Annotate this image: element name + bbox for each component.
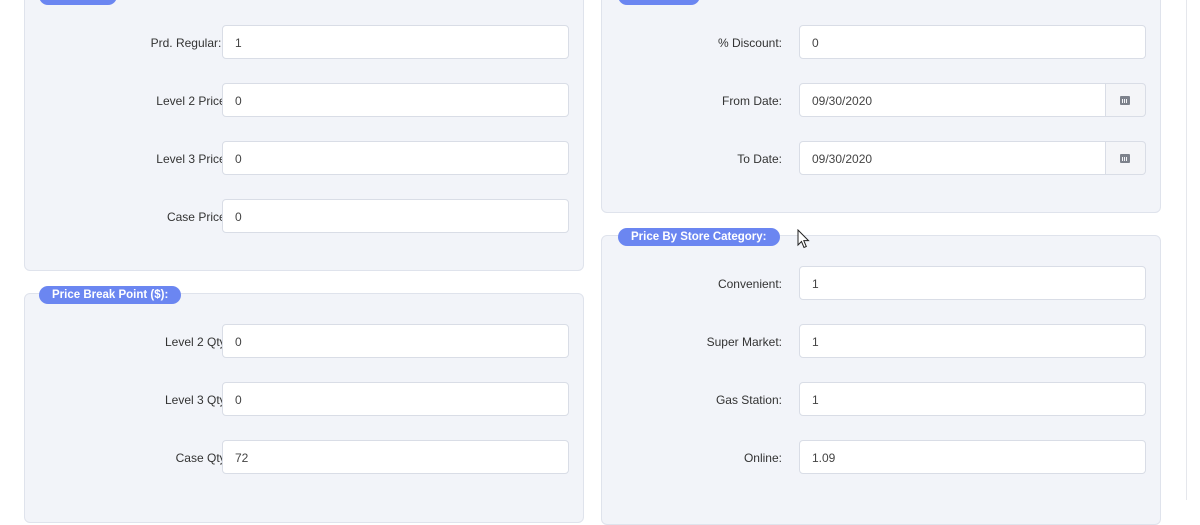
case-price-row: Case Price: 0 (25, 199, 583, 235)
price-break-point-panel: Price Break Point ($): Level 2 Qty: 0 Le… (24, 286, 584, 523)
online-input[interactable]: 1.09 (799, 440, 1146, 474)
online-label: Online: (743, 451, 782, 465)
level3-qty-input[interactable]: 0 (222, 382, 569, 416)
calendar-icon (1120, 154, 1130, 163)
mouse-cursor-icon (797, 229, 810, 249)
level2-qty-label: Level 2 Qty: (164, 335, 229, 349)
convenient-input[interactable]: 1 (799, 266, 1146, 300)
to-date-calendar-button[interactable] (1106, 141, 1146, 175)
prd-regular-row: Prd. Regular:* 1 (25, 25, 583, 61)
scrollbar[interactable] (1186, 0, 1187, 500)
super-market-label: Super Market: (706, 335, 782, 349)
to-date-label: To Date: (737, 152, 782, 166)
pricing-legend (39, 0, 117, 5)
discount-legend (618, 0, 700, 5)
super-market-row: Super Market: 1 (602, 324, 1160, 360)
case-price-input[interactable]: 0 (222, 199, 569, 233)
level3-price-input[interactable]: 0 (222, 141, 569, 175)
from-date-input[interactable]: 09/30/2020 (799, 83, 1106, 117)
price-by-store-category-legend: Price By Store Category: (618, 228, 780, 246)
level2-price-row: Level 2 Price: 0 (25, 83, 583, 119)
price-break-point-legend: Price Break Point ($): (39, 286, 182, 304)
case-qty-row: Case Qty: 72 (25, 440, 583, 476)
pricing-panel: Prd. Regular:* 1 Level 2 Price: 0 Level … (24, 0, 584, 271)
discount-label: % Discount: (717, 36, 782, 50)
level3-price-row: Level 3 Price: 0 (25, 141, 583, 177)
level3-qty-row: Level 3 Qty: 0 (25, 382, 583, 418)
convenient-label: Convenient: (717, 277, 782, 291)
from-date-row: From Date: 09/30/2020 (602, 83, 1160, 119)
from-date-label: From Date: (721, 94, 782, 108)
super-market-input[interactable]: 1 (799, 324, 1146, 358)
to-date-input[interactable]: 09/30/2020 (799, 141, 1106, 175)
level2-price-input[interactable]: 0 (222, 83, 569, 117)
level2-price-label: Level 2 Price: (156, 94, 229, 108)
case-qty-label: Case Qty: (175, 451, 229, 465)
from-date-calendar-button[interactable] (1106, 83, 1146, 117)
level3-price-label: Level 3 Price: (156, 152, 229, 166)
gas-station-label: Gas Station: (715, 393, 782, 407)
gas-station-row: Gas Station: 1 (602, 382, 1160, 418)
level3-qty-label: Level 3 Qty: (164, 393, 229, 407)
prd-regular-input[interactable]: 1 (222, 25, 569, 59)
discount-input[interactable]: 0 (799, 25, 1146, 59)
case-price-label: Case Price: (166, 210, 229, 224)
online-row: Online: 1.09 (602, 440, 1160, 476)
calendar-icon (1120, 96, 1130, 105)
discount-row: % Discount: 0 (602, 25, 1160, 61)
level2-qty-row: Level 2 Qty: 0 (25, 324, 583, 360)
price-by-store-category-panel: Price By Store Category: Convenient: 1 S… (601, 228, 1161, 525)
to-date-row: To Date: 09/30/2020 (602, 141, 1160, 177)
prd-regular-label: Prd. Regular:* (150, 36, 229, 50)
gas-station-input[interactable]: 1 (799, 382, 1146, 416)
convenient-row: Convenient: 1 (602, 266, 1160, 302)
level2-qty-input[interactable]: 0 (222, 324, 569, 358)
case-qty-input[interactable]: 72 (222, 440, 569, 474)
discount-panel: % Discount: 0 From Date: 09/30/2020 To D… (601, 0, 1161, 213)
